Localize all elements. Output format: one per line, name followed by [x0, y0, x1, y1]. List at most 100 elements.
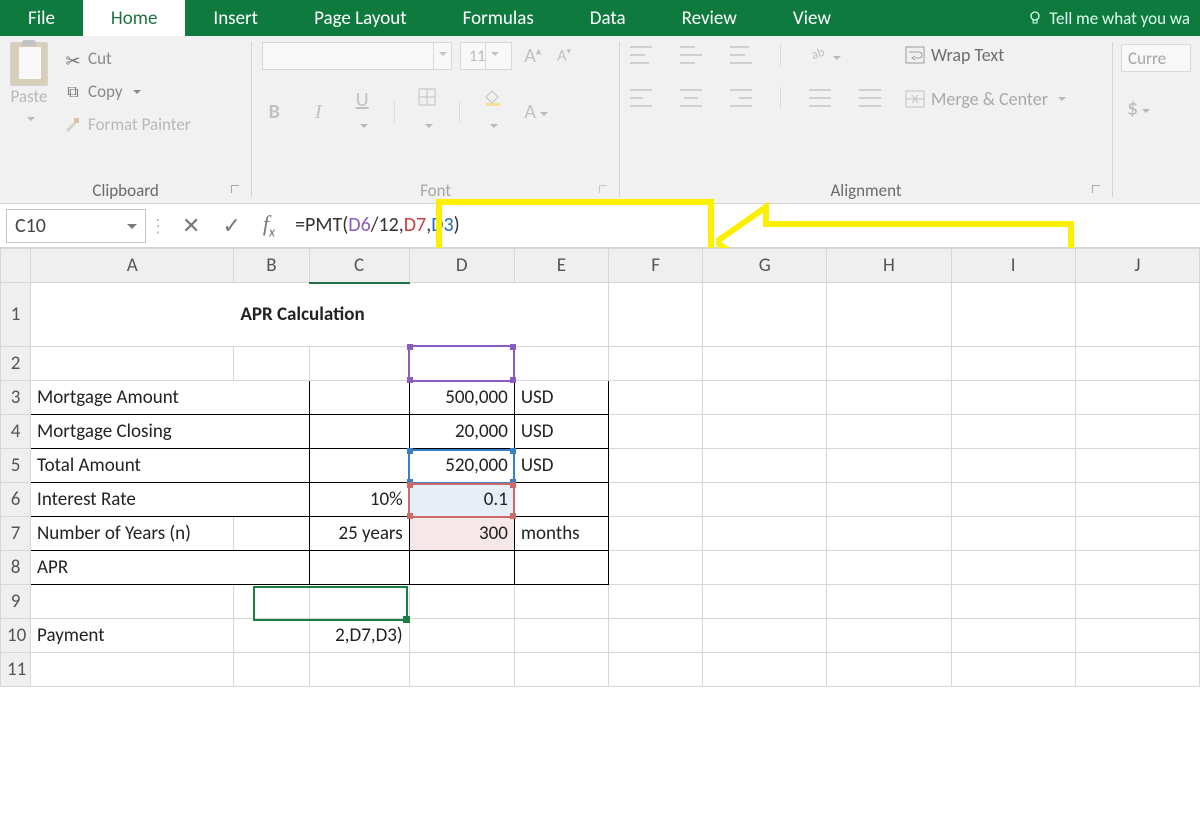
- cell-A6[interactable]: Interest Rate: [31, 483, 234, 517]
- col-header-I[interactable]: I: [951, 249, 1075, 283]
- row-header-2[interactable]: 2: [1, 347, 31, 381]
- align-bottom-button[interactable]: [730, 46, 752, 64]
- fill-color-button[interactable]: [480, 88, 504, 136]
- cancel-formula-button[interactable]: ✕: [182, 212, 200, 239]
- row-header-9[interactable]: 9: [1, 585, 31, 619]
- row-header-11[interactable]: 11: [1, 653, 31, 687]
- cell-D4[interactable]: 20,000: [409, 415, 514, 449]
- cell-D6[interactable]: 0.1: [409, 483, 514, 517]
- tab-formulas[interactable]: Formulas: [435, 0, 562, 36]
- col-header-A[interactable]: A: [31, 249, 234, 283]
- cell-A1[interactable]: [31, 283, 234, 347]
- paste-button[interactable]: Paste: [10, 42, 48, 128]
- col-header-E[interactable]: E: [514, 249, 608, 283]
- dialog-launcher-alignment[interactable]: [1092, 185, 1104, 197]
- chevron-down-icon: [23, 107, 35, 128]
- group-clipboard: Paste ✂Cut ⧉Copy Format Painter Clipboar…: [0, 36, 251, 203]
- cell-A4[interactable]: Mortgage Closing: [31, 415, 234, 449]
- row-header-1[interactable]: 1: [1, 283, 31, 347]
- underline-button[interactable]: U: [350, 88, 374, 136]
- font-size-combo[interactable]: 11: [460, 42, 512, 70]
- number-format-combo[interactable]: Curre: [1121, 44, 1191, 72]
- cell-C7[interactable]: 25 years: [309, 517, 409, 551]
- row-header-3[interactable]: 3: [1, 381, 31, 415]
- cell-D3[interactable]: 500,000: [409, 381, 514, 415]
- currency-button[interactable]: $: [1121, 94, 1200, 121]
- borders-button[interactable]: [415, 88, 439, 136]
- paste-icon: [10, 42, 48, 86]
- cell-A5[interactable]: Total Amount: [31, 449, 234, 483]
- align-middle-button[interactable]: [680, 46, 702, 64]
- cell-C10[interactable]: 2,D7,D3): [309, 619, 409, 653]
- enter-formula-button[interactable]: ✓: [222, 212, 240, 239]
- align-center-button[interactable]: [680, 89, 702, 107]
- decrease-indent-button[interactable]: [809, 89, 831, 107]
- decrease-font-icon[interactable]: A▾: [553, 46, 575, 65]
- bold-button[interactable]: B: [262, 100, 286, 124]
- cell-B1[interactable]: APR Calculation: [234, 283, 609, 347]
- cell-A3[interactable]: Mortgage Amount: [31, 381, 234, 415]
- select-all-corner[interactable]: [1, 249, 31, 283]
- col-header-H[interactable]: H: [827, 249, 951, 283]
- col-header-D[interactable]: D: [409, 249, 514, 283]
- row-header-7[interactable]: 7: [1, 517, 31, 551]
- cell-E6[interactable]: [514, 483, 608, 517]
- wrap-text-button[interactable]: Wrap Text: [901, 42, 1070, 68]
- cell-B3[interactable]: [234, 381, 309, 415]
- font-name-combo[interactable]: [262, 42, 452, 70]
- insert-function-button[interactable]: fx: [263, 211, 275, 240]
- cell-F1[interactable]: [608, 283, 702, 347]
- align-left-button[interactable]: [630, 89, 652, 107]
- formula-bar: C10 ⋮ ✕ ✓ fx =PMT(D6/12,D7,D3): [0, 204, 1200, 248]
- resize-handle[interactable]: ⋮: [146, 215, 170, 237]
- tab-view[interactable]: View: [765, 0, 859, 36]
- cell-A8[interactable]: APR: [31, 551, 234, 585]
- tab-insert[interactable]: Insert: [185, 0, 286, 36]
- italic-button[interactable]: I: [306, 101, 330, 124]
- cell-E4[interactable]: USD: [514, 415, 608, 449]
- copy-button[interactable]: ⧉Copy: [60, 79, 195, 104]
- col-header-F[interactable]: F: [608, 249, 702, 283]
- cell-D5[interactable]: 520,000: [409, 449, 514, 483]
- row-header-4[interactable]: 4: [1, 415, 31, 449]
- row-header-8[interactable]: 8: [1, 551, 31, 585]
- cell-A7[interactable]: Number of Years (n): [31, 517, 234, 551]
- formula-input[interactable]: =PMT(D6/12,D7,D3): [287, 209, 1200, 243]
- col-header-B[interactable]: B: [234, 249, 309, 283]
- cell-E3[interactable]: USD: [514, 381, 608, 415]
- align-top-button[interactable]: [630, 46, 652, 64]
- cell-C3[interactable]: [309, 381, 409, 415]
- dialog-launcher-clipboard[interactable]: [231, 185, 243, 197]
- tab-review[interactable]: Review: [654, 0, 765, 36]
- align-right-button[interactable]: [730, 89, 752, 107]
- cell-E7[interactable]: months: [514, 517, 608, 551]
- cut-button[interactable]: ✂Cut: [60, 46, 195, 71]
- cell-E5[interactable]: USD: [514, 449, 608, 483]
- tab-file[interactable]: File: [0, 0, 83, 36]
- row-header-6[interactable]: 6: [1, 483, 31, 517]
- col-header-J[interactable]: J: [1075, 249, 1199, 283]
- tab-page-layout[interactable]: Page Layout: [286, 0, 435, 36]
- orientation-button[interactable]: ab: [809, 42, 841, 67]
- formula-ref-d7: D7: [404, 213, 426, 237]
- format-painter-button[interactable]: Format Painter: [60, 112, 195, 137]
- cell-C6[interactable]: 10%: [309, 483, 409, 517]
- tab-home[interactable]: Home: [83, 0, 186, 36]
- wrap-text-label: Wrap Text: [931, 44, 1004, 66]
- col-header-G[interactable]: G: [703, 249, 827, 283]
- row-header-10[interactable]: 10: [1, 619, 31, 653]
- increase-font-icon[interactable]: A▴: [520, 44, 545, 68]
- merge-center-button[interactable]: Merge & Center: [901, 86, 1070, 112]
- paste-label: Paste: [11, 86, 48, 107]
- col-header-C[interactable]: C: [309, 249, 409, 283]
- borders-icon: [418, 88, 436, 106]
- tell-me-search[interactable]: Tell me what you wa: [1017, 0, 1200, 36]
- tab-data[interactable]: Data: [562, 0, 654, 36]
- increase-indent-button[interactable]: [859, 89, 881, 107]
- name-box[interactable]: C10: [6, 209, 146, 243]
- cell-A10[interactable]: Payment: [31, 619, 234, 653]
- font-color-button[interactable]: A: [524, 100, 548, 124]
- cell-D7[interactable]: 300: [409, 517, 514, 551]
- row-header-5[interactable]: 5: [1, 449, 31, 483]
- dialog-launcher-font[interactable]: [599, 185, 611, 197]
